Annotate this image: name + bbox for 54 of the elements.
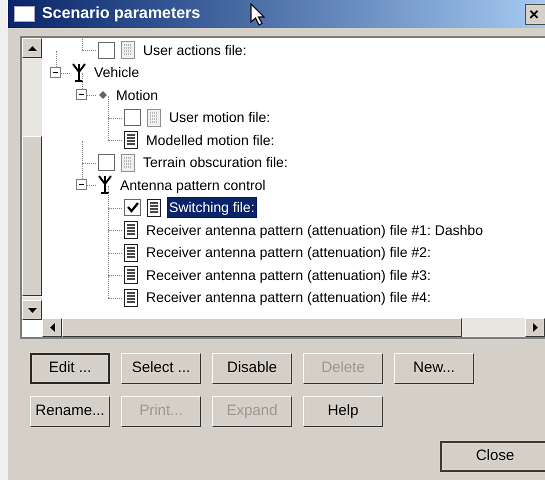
scroll-thumb[interactable] (22, 136, 42, 296)
file-icon (147, 108, 161, 126)
scroll-up-button[interactable] (22, 38, 42, 58)
checkbox[interactable] (98, 154, 115, 171)
tree-item[interactable]: Receiver antenna pattern (attenuation) file #4: (144, 287, 433, 308)
expand-toggle[interactable] (76, 89, 87, 100)
scroll-left-button[interactable] (42, 318, 62, 337)
expand-toggle[interactable] (76, 179, 87, 190)
horizontal-scrollbar[interactable] (42, 318, 545, 337)
tree-item[interactable]: Terrain obscuration file: (141, 152, 290, 173)
down-arrow-icon (28, 308, 36, 312)
dialog-button[interactable]: New... (394, 353, 474, 384)
tree-item[interactable]: Motion (114, 84, 160, 106)
tree-item[interactable]: Antenna pattern control (118, 174, 268, 196)
tree-item[interactable]: Receiver antenna pattern (attenuation) file #1: Dashbo (144, 220, 485, 240)
file-icon (147, 198, 161, 216)
dialog-button[interactable]: Edit ... (30, 353, 110, 384)
vertical-scrollbar[interactable] (22, 38, 42, 320)
tree-item[interactable]: Switching file: (167, 197, 257, 218)
file-icon (124, 266, 138, 284)
close-button[interactable]: × (525, 4, 545, 25)
scroll-right-button[interactable] (525, 318, 545, 337)
dialog-button[interactable]: Rename... (30, 396, 110, 427)
dialog-button[interactable]: Select ... (121, 353, 201, 384)
checkbox[interactable] (98, 42, 115, 58)
file-icon (121, 41, 135, 59)
scroll-thumb[interactable] (62, 318, 462, 337)
tree-item[interactable]: Modelled motion file: (144, 130, 276, 150)
diamond-icon (98, 90, 108, 100)
checkbox[interactable] (124, 109, 141, 126)
window-title: Scenario parameters (42, 4, 200, 24)
file-icon (124, 221, 138, 239)
tree-item[interactable]: User motion file: (167, 107, 272, 128)
dialog-button[interactable]: Disable (212, 353, 292, 384)
file-icon (121, 154, 135, 172)
right-arrow-icon (532, 323, 538, 332)
file-icon (124, 244, 138, 262)
file-icon (124, 288, 138, 306)
scroll-down-button[interactable] (22, 300, 42, 320)
tree-item[interactable]: Vehicle (92, 62, 142, 83)
checkbox[interactable] (124, 199, 141, 216)
tree-item[interactable]: Receiver antenna pattern (attenuation) file #3: (144, 264, 433, 286)
cursor-icon (250, 3, 266, 27)
file-icon (124, 131, 138, 149)
antenna-icon (98, 175, 112, 195)
window-icon (14, 6, 35, 22)
tree-item[interactable]: Receiver antenna pattern (attenuation) file #2: (144, 242, 433, 263)
antenna-icon (72, 62, 86, 82)
close-button[interactable]: Close (440, 441, 545, 472)
tree-item[interactable]: User actions file: (141, 40, 248, 60)
expand-toggle[interactable] (50, 66, 61, 78)
up-arrow-icon (28, 46, 36, 50)
dialog-button[interactable]: Help (303, 396, 383, 427)
left-arrow-icon (50, 323, 54, 332)
